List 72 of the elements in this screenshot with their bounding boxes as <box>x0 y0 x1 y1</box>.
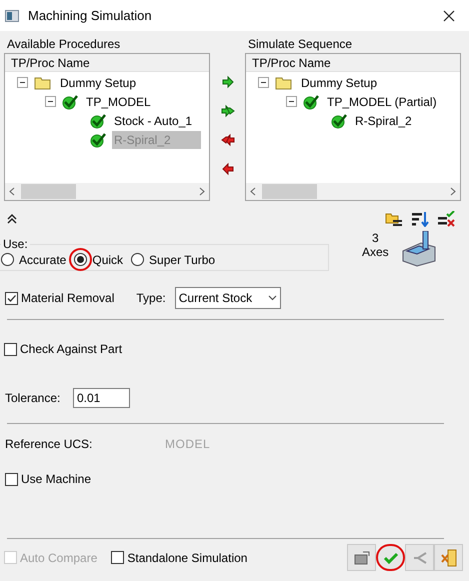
collapse-toggle[interactable] <box>258 77 269 88</box>
checkbox[interactable] <box>111 551 124 564</box>
close-icon <box>443 10 455 22</box>
tree-item[interactable]: Dummy Setup <box>299 74 380 92</box>
minus-icon <box>19 79 26 86</box>
sort-button[interactable] <box>411 211 429 227</box>
checkbox[interactable] <box>5 472 18 486</box>
tolerance-label: Tolerance: <box>5 390 62 407</box>
scroll-right-icon <box>450 187 456 196</box>
reference-ucs-value: MODEL <box>165 436 210 453</box>
exit-icon <box>440 548 458 566</box>
scroll-left-icon <box>250 187 256 196</box>
checkbox[interactable] <box>4 342 17 356</box>
clear-list-button[interactable] <box>437 211 455 227</box>
type-dropdown[interactable]: Current Stock <box>174 287 281 309</box>
check-icon <box>90 112 106 128</box>
cancel-button[interactable] <box>434 544 463 571</box>
collapse-toggle[interactable] <box>286 96 297 107</box>
folder-icon <box>275 75 293 90</box>
reference-ucs-label: Reference UCS: <box>5 436 94 453</box>
checkmark-icon <box>382 550 398 564</box>
checkbox[interactable] <box>5 292 18 304</box>
remove-arrow-button[interactable] <box>220 133 234 147</box>
check-icon <box>62 94 78 110</box>
app-icon <box>5 10 19 22</box>
tree-item[interactable]: Dummy Setup <box>58 74 138 92</box>
check-icon <box>90 132 106 148</box>
tolerance-field[interactable]: 0.01 <box>73 388 130 408</box>
folder-icon <box>34 75 52 90</box>
axes-label: Axes <box>362 245 389 259</box>
tree-item[interactable]: TP_MODEL (Partial) <box>325 92 439 110</box>
ok-button[interactable] <box>376 544 405 571</box>
add-arrow-button[interactable] <box>220 75 234 89</box>
check-icon <box>331 112 347 128</box>
collapse-toggle[interactable] <box>45 96 56 107</box>
horizontal-scrollbar[interactable] <box>246 183 460 200</box>
column-header[interactable]: TP/Proc Name <box>5 54 209 72</box>
panel-label: Simulate Sequence <box>247 36 354 53</box>
scroll-left-icon <box>9 187 15 196</box>
tree-item[interactable]: R-Spiral_2 <box>353 112 414 130</box>
arrow-icon <box>412 550 428 564</box>
window-title: Machining Simulation <box>28 6 153 25</box>
machine-icon <box>352 550 370 566</box>
radio-label: Super Turbo <box>149 252 216 268</box>
panel-label: Available Procedures <box>6 36 122 53</box>
minus-icon <box>47 98 54 105</box>
radio-label: Accurate <box>19 252 66 268</box>
add-arrow-button[interactable] <box>220 104 234 118</box>
checkbox-label: Standalone Simulation <box>127 550 248 566</box>
tree-item[interactable]: TP_MODEL <box>84 92 153 110</box>
checkbox-label: Auto Compare <box>20 550 98 566</box>
checkbox-label: Check Against Part <box>20 341 122 358</box>
check-icon <box>303 94 319 110</box>
checkbox-label: Use Machine <box>21 471 92 488</box>
tree-item[interactable]: Stock - Auto_1 <box>112 112 194 130</box>
radio-label: Quick <box>92 252 124 268</box>
minus-icon <box>288 98 295 105</box>
type-label: Type: <box>136 290 166 307</box>
scroll-right-icon <box>199 187 205 196</box>
checkbox-label: Material Removal <box>21 290 114 307</box>
chevron-down-icon <box>268 295 277 301</box>
horizontal-scrollbar[interactable] <box>5 183 209 200</box>
group-label: Use: <box>2 236 29 253</box>
remove-arrow-button[interactable] <box>220 162 234 176</box>
minus-icon <box>260 79 267 86</box>
axes-count: 3 <box>372 231 379 245</box>
radio-button[interactable] <box>69 248 92 271</box>
folder-list-button[interactable] <box>385 211 403 227</box>
machine-button[interactable] <box>347 544 376 571</box>
collapse-chevron-button[interactable] <box>6 213 18 225</box>
collapse-toggle[interactable] <box>17 77 28 88</box>
column-header[interactable]: TP/Proc Name <box>246 54 460 72</box>
